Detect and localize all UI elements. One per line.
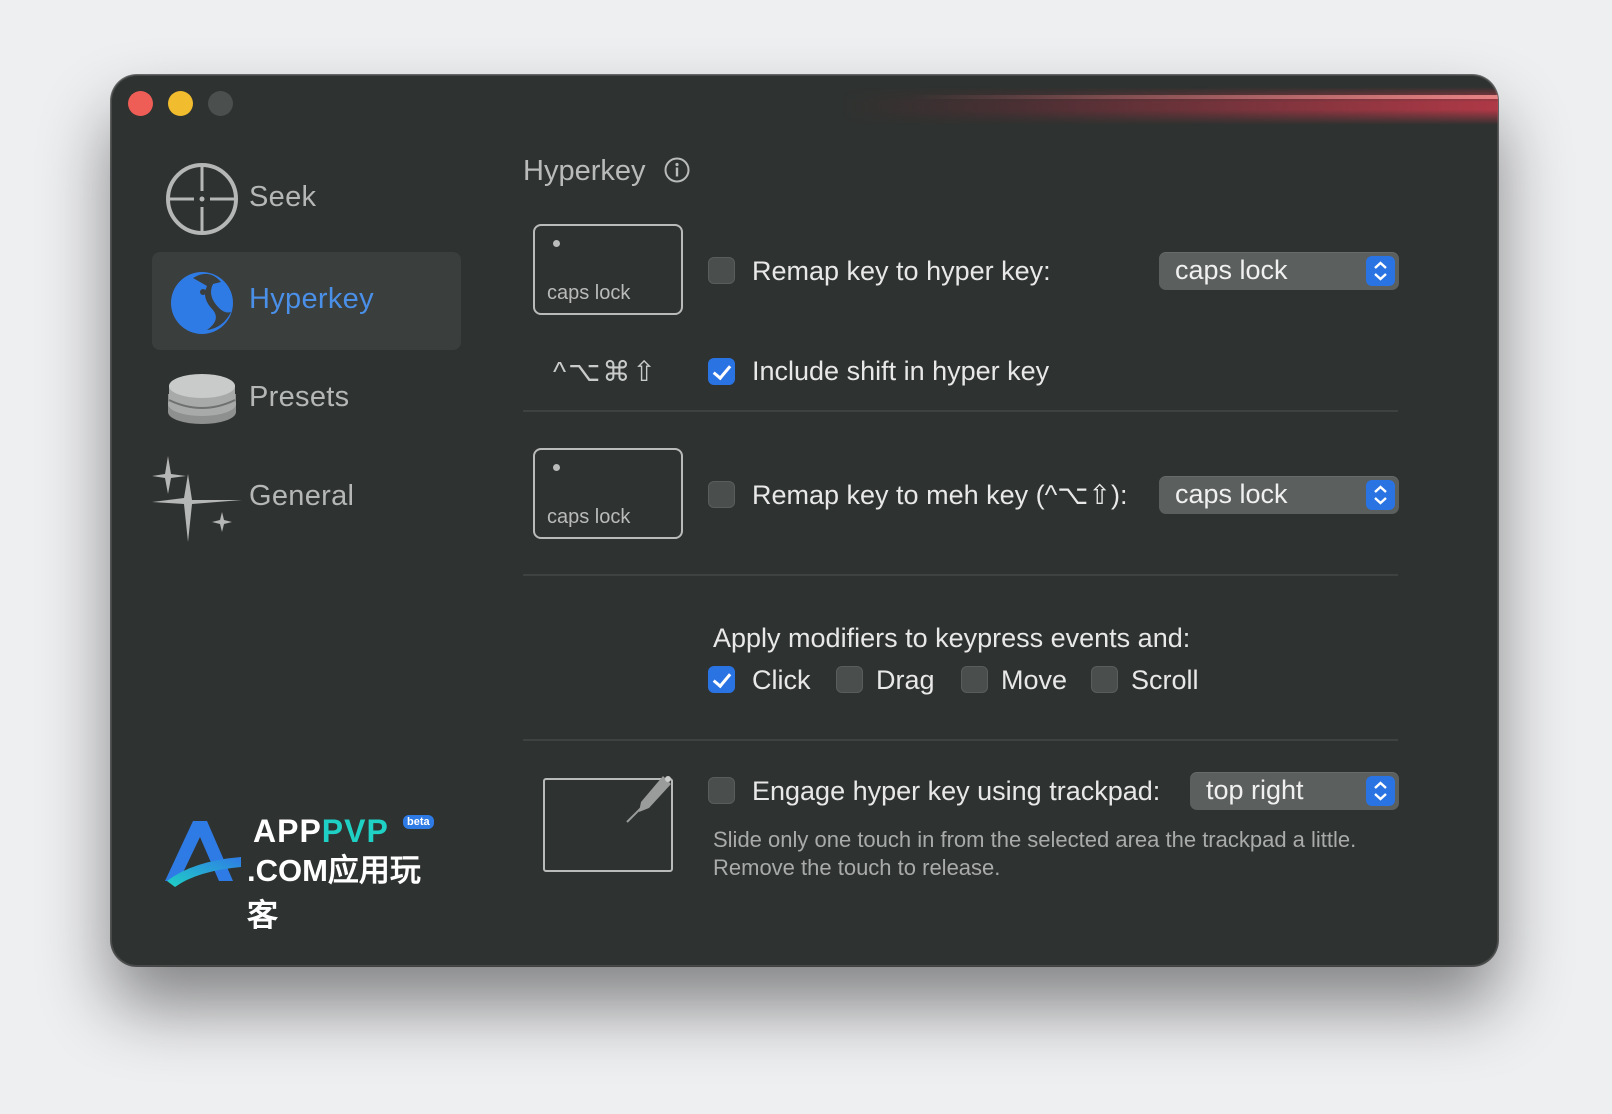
include-shift-checkbox[interactable] — [708, 358, 735, 385]
meh-key-select[interactable]: caps lock — [1159, 476, 1399, 514]
titlebar-glow-line — [911, 95, 1498, 99]
modifiers-heading: Apply modifiers to keypress events and: — [713, 623, 1191, 653]
trackpad-corner-select[interactable]: top right — [1190, 772, 1399, 810]
move-label: Move — [1001, 665, 1068, 695]
chevron-updown-icon — [1366, 256, 1395, 286]
pencil-arrow-icon — [626, 776, 671, 823]
trackpad-preview — [543, 776, 673, 872]
close-button[interactable] — [128, 91, 153, 116]
keycap-label: caps lock — [547, 506, 631, 528]
keycap-dot — [553, 464, 560, 471]
remap-meh-checkbox[interactable] — [708, 481, 735, 508]
chevron-updown-icon — [1366, 776, 1395, 806]
move-checkbox[interactable] — [961, 666, 988, 693]
drag-label: Drag — [876, 665, 935, 695]
apppvp-logo: APPPVP beta .COM应用玩客 — [163, 813, 434, 933]
drag-checkbox[interactable] — [836, 666, 863, 693]
chevron-updown-icon — [1366, 480, 1395, 510]
remap-hyper-label: Remap key to hyper key: — [752, 256, 1051, 286]
remap-meh-label: Remap key to meh key (^⌥⇧): — [752, 480, 1128, 510]
modifier-symbols: ^⌥⌘⇧ — [553, 356, 658, 387]
include-shift-label: Include shift in hyper key — [752, 356, 1050, 386]
select-value: top right — [1206, 775, 1304, 805]
divider — [523, 739, 1398, 741]
scroll-label: Scroll — [1131, 665, 1199, 695]
sidebar-item-general[interactable]: General — [152, 449, 461, 547]
trackpad-help-line2: Remove the touch to release. — [713, 855, 1001, 880]
hyper-keycap-recorder[interactable]: caps lock — [533, 224, 683, 315]
select-value: caps lock — [1175, 479, 1288, 509]
keycap-label: caps lock — [547, 282, 631, 304]
titlebar-glow — [841, 87, 1498, 125]
click-label: Click — [752, 665, 811, 695]
trackpad-label: Engage hyper key using trackpad: — [752, 776, 1161, 806]
divider — [523, 410, 1398, 412]
meh-keycap-recorder[interactable]: caps lock — [533, 448, 683, 539]
page-title: Hyperkey — [523, 155, 646, 187]
logo-text-bottom: .COM应用玩客 — [247, 853, 421, 933]
hyperkey-icon — [171, 272, 233, 334]
click-checkbox[interactable] — [708, 666, 735, 693]
sidebar-item-label: Presets — [249, 381, 350, 413]
minimize-button[interactable] — [168, 91, 193, 116]
trackpad-help-line1: Slide only one touch in from the selecte… — [713, 827, 1357, 852]
remap-hyper-checkbox[interactable] — [708, 257, 735, 284]
scroll-checkbox[interactable] — [1091, 666, 1118, 693]
crosshair-icon — [166, 163, 238, 235]
sidebar-item-presets[interactable]: Presets — [152, 350, 461, 448]
sidebar-item-hyperkey[interactable]: Hyperkey — [152, 252, 461, 350]
zoom-button[interactable] — [208, 91, 233, 116]
beta-badge: beta — [403, 815, 434, 829]
sidebar-item-seek[interactable]: Seek — [152, 150, 461, 248]
sidebar-item-label: General — [249, 480, 355, 512]
keycap-dot — [553, 240, 560, 247]
hyper-key-select[interactable]: caps lock — [1159, 252, 1399, 290]
select-value: caps lock — [1175, 255, 1288, 285]
trackpad-checkbox[interactable] — [708, 777, 735, 804]
stack-icon — [168, 374, 236, 424]
divider — [523, 574, 1398, 576]
sidebar-item-label: Hyperkey — [249, 283, 374, 315]
sidebar-item-label: Seek — [249, 181, 317, 213]
app-window: Seek Hyperkey Presets General APPPVP bet… — [111, 75, 1498, 966]
sparkles-icon — [152, 456, 242, 542]
info-icon[interactable] — [664, 157, 690, 183]
